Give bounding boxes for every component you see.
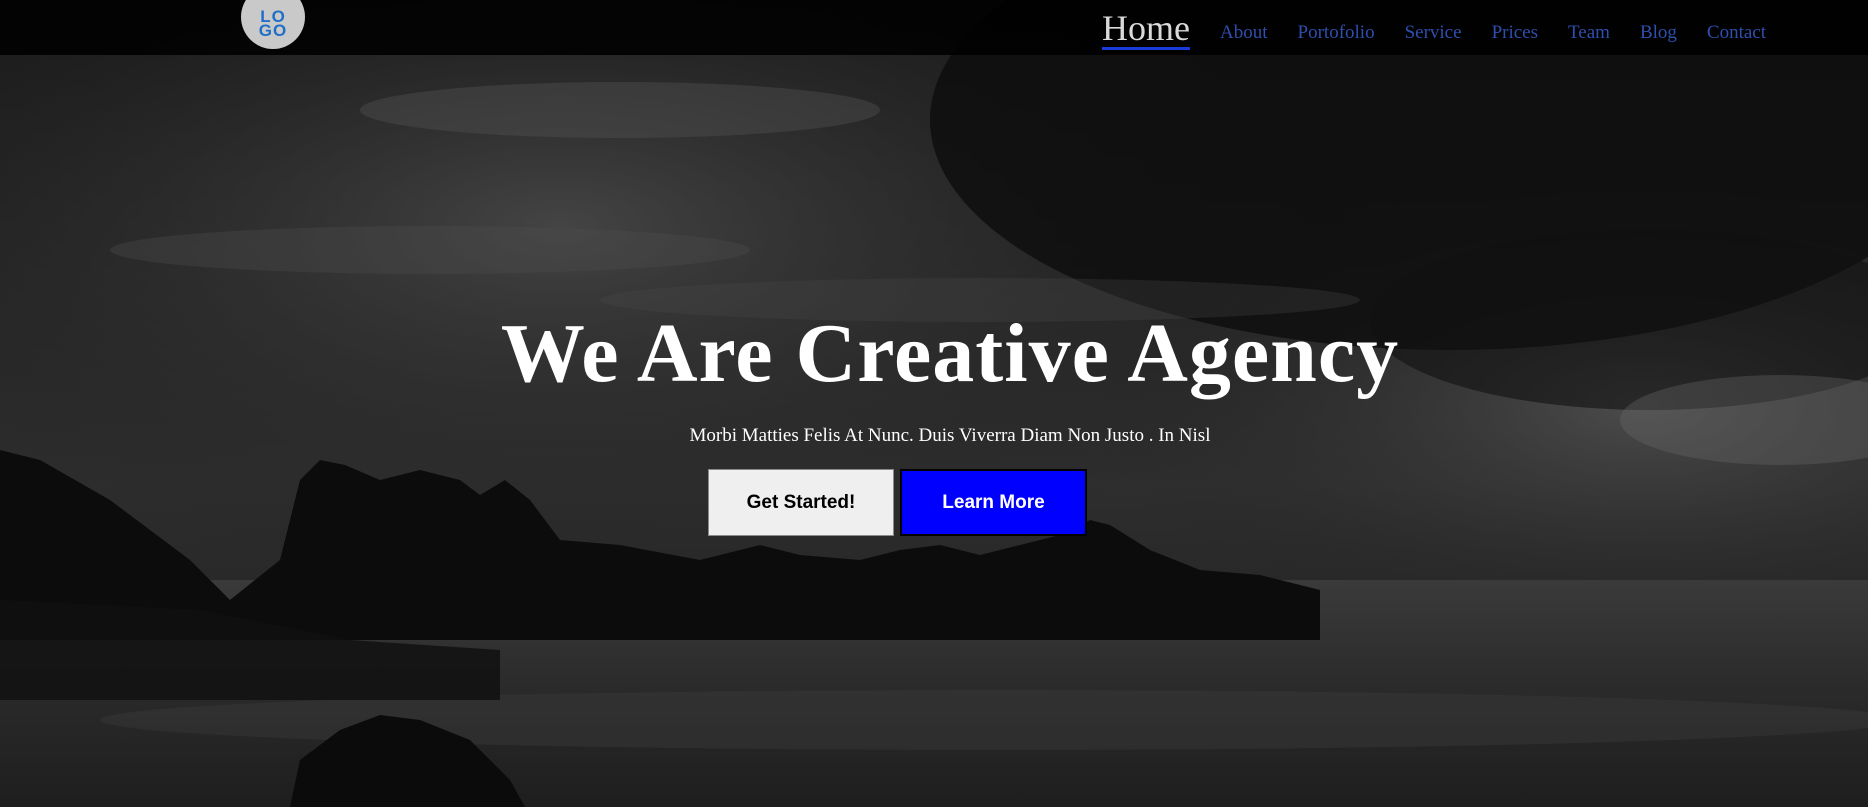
top-navbar: LO GO Home About Portofolio Service Pric… bbox=[0, 0, 1868, 55]
logo-text-line2: GO bbox=[258, 21, 288, 40]
nav-link-about[interactable]: About bbox=[1220, 22, 1268, 50]
hero-section: We Are Creative Agency Morbi Matties Fel… bbox=[0, 0, 1868, 807]
nav-link-home[interactable]: Home bbox=[1102, 10, 1191, 50]
nav-link-contact[interactable]: Contact bbox=[1707, 22, 1766, 50]
hero-title: We Are Creative Agency bbox=[500, 307, 1400, 400]
page: LO GO Home About Portofolio Service Pric… bbox=[0, 0, 1868, 807]
nav-link-prices[interactable]: Prices bbox=[1492, 22, 1538, 50]
hero-subtitle: Morbi Matties Felis At Nunc. Duis Viverr… bbox=[689, 425, 1211, 446]
nav-link-service[interactable]: Service bbox=[1405, 22, 1462, 50]
nav-link-portofolio[interactable]: Portofolio bbox=[1298, 22, 1375, 50]
get-started-button[interactable]: Get Started! bbox=[708, 469, 894, 536]
nav-link-blog[interactable]: Blog bbox=[1640, 22, 1677, 50]
logo[interactable]: LO GO bbox=[241, 0, 305, 49]
main-nav: Home About Portofolio Service Prices Tea… bbox=[1102, 6, 1766, 50]
nav-link-team[interactable]: Team bbox=[1568, 22, 1610, 50]
learn-more-button[interactable]: Learn More bbox=[900, 469, 1087, 536]
